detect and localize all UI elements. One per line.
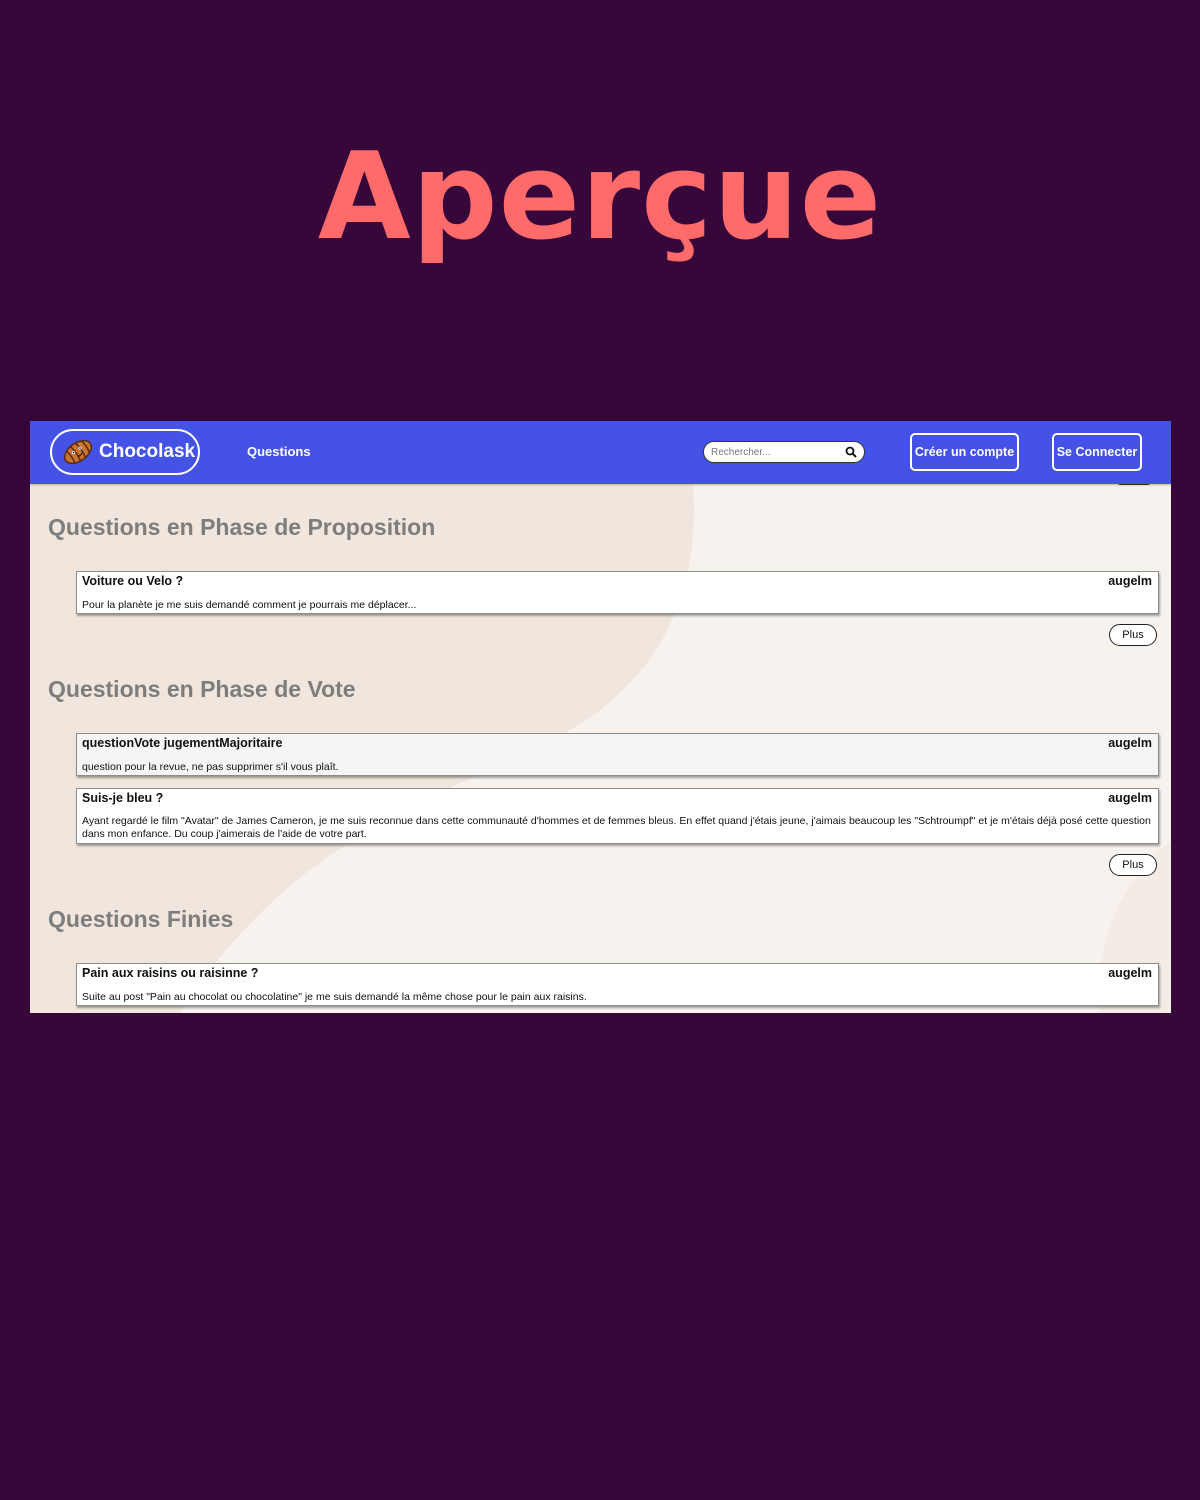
question-body: Pour la planète je me suis demandé comme… bbox=[82, 599, 417, 611]
question-body: Suite au post "Pain au chocolat ou choco… bbox=[82, 991, 587, 1003]
more-button-vote[interactable]: Plus bbox=[1109, 854, 1157, 876]
question-author: augelm bbox=[1108, 574, 1152, 588]
section-title-finished: Questions Finies bbox=[48, 906, 234, 932]
register-button[interactable]: Créer un compte bbox=[910, 433, 1019, 471]
question-card[interactable]: questionVote jugementMajoritaire augelm … bbox=[76, 733, 1159, 776]
question-body: question pour la revue, ne pas supprimer… bbox=[82, 761, 339, 773]
brand-logo-button[interactable]: Chocolask bbox=[50, 429, 200, 475]
search-input[interactable] bbox=[711, 444, 837, 460]
section-title-vote: Questions en Phase de Vote bbox=[48, 676, 356, 702]
question-card[interactable]: Pain aux raisins ou raisinne ? augelm Su… bbox=[76, 963, 1159, 1006]
navbar: Chocolask Questions Créer un compte Se C… bbox=[30, 421, 1171, 484]
question-author: augelm bbox=[1108, 791, 1152, 805]
poster-title: Aperçue bbox=[317, 128, 883, 267]
search-icon[interactable] bbox=[845, 446, 857, 458]
more-button-proposition[interactable]: Plus bbox=[1109, 624, 1157, 646]
login-button[interactable]: Se Connecter bbox=[1052, 433, 1142, 471]
question-title: Voiture ou Velo ? bbox=[82, 574, 184, 588]
nav-link-questions[interactable]: Questions bbox=[247, 444, 311, 459]
question-card[interactable]: Suis-je bleu ? augelm Ayant regardé le f… bbox=[76, 788, 1159, 844]
question-author: augelm bbox=[1108, 966, 1152, 980]
question-title: questionVote jugementMajoritaire bbox=[82, 736, 283, 750]
app-screenshot: Chocolask Questions Créer un compte Se C… bbox=[30, 421, 1171, 1013]
section-title-proposition: Questions en Phase de Proposition bbox=[48, 514, 436, 540]
question-title: Suis-je bleu ? bbox=[82, 791, 164, 805]
chocolatine-logo-icon bbox=[63, 439, 93, 465]
search-bar bbox=[703, 441, 865, 463]
question-title: Pain aux raisins ou raisinne ? bbox=[82, 966, 259, 980]
brand-name: Chocolask bbox=[99, 441, 196, 462]
question-body: Ayant regardé le film "Avatar" de James … bbox=[82, 815, 1151, 840]
question-card[interactable]: Voiture ou Velo ? augelm Pour la planète… bbox=[76, 571, 1159, 614]
question-author: augelm bbox=[1108, 736, 1152, 750]
